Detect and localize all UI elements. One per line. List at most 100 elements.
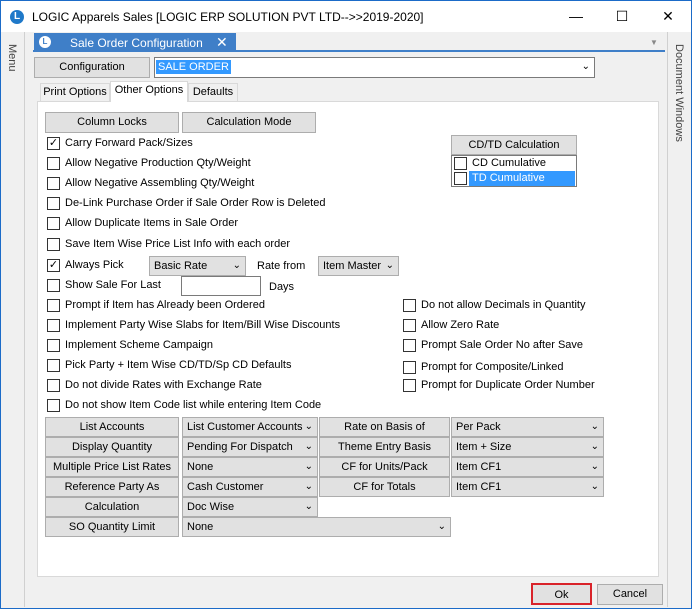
checkbox-box[interactable] <box>403 339 416 352</box>
close-button[interactable]: ✕ <box>645 1 691 32</box>
checkbox-box[interactable] <box>454 157 467 170</box>
app-window: L LOGIC Apparels Sales [LOGIC ERP SOLUTI… <box>0 0 692 609</box>
prompt-sale-order-no-checkbox[interactable]: Prompt Sale Order No after Save <box>403 338 603 353</box>
prompt-duplicate-order-number-checkbox[interactable]: Prompt for Duplicate Order Number <box>403 378 603 393</box>
rate-from-label: Rate from <box>257 260 306 272</box>
rate-from-select[interactable]: Item Master ⌄ <box>318 256 399 276</box>
checkbox-box[interactable] <box>403 379 416 392</box>
checkbox-box[interactable] <box>47 279 60 292</box>
checkbox-box[interactable] <box>47 299 60 312</box>
td-cumulative-checkbox[interactable]: TD Cumulative <box>454 171 575 186</box>
multiple-price-list-rates-select[interactable]: None ⌄ <box>182 457 318 477</box>
menu-strip[interactable]: Menu <box>1 32 25 607</box>
checkbox-box[interactable] <box>47 359 60 372</box>
select-value: Basic Rate <box>154 260 208 272</box>
tab-other-options[interactable]: Other Options <box>110 81 188 102</box>
cd-cumulative-label: CD Cumulative <box>472 157 546 169</box>
pick-party-item-defaults-checkbox[interactable]: Pick Party + Item Wise CD/TD/Sp CD Defau… <box>47 358 347 373</box>
theme-entry-basis-select[interactable]: Item + Size ⌄ <box>451 437 604 457</box>
so-quantity-limit-select[interactable]: None ⌄ <box>182 517 451 537</box>
rate-on-basis-of-select[interactable]: Per Pack ⌄ <box>451 417 604 437</box>
close-tab-icon[interactable]: ✕ <box>216 34 228 51</box>
carry-forward-checkbox[interactable]: ✓ Carry Forward Pack/Sizes <box>47 136 247 151</box>
checkbox-label: Do not show Item Code list while enterin… <box>65 399 322 411</box>
prompt-item-already-ordered-checkbox[interactable]: Prompt if Item has Already been Ordered <box>47 298 307 313</box>
select-value: Item CF1 <box>456 481 502 493</box>
menu-label[interactable]: Menu <box>6 44 18 72</box>
so-quantity-limit-label: SO Quantity Limit <box>45 517 179 537</box>
checkbox-box[interactable] <box>454 172 467 185</box>
checkbox-label: Prompt for Composite/Linked <box>421 361 564 373</box>
save-item-wise-price-list-checkbox[interactable]: Save Item Wise Price List Info with each… <box>47 237 347 252</box>
tab-list-dropdown-icon[interactable]: ▼ <box>650 38 658 47</box>
chevron-down-icon: ⌄ <box>304 461 313 472</box>
checkbox-box[interactable] <box>403 299 416 312</box>
always-pick-select[interactable]: Basic Rate ⌄ <box>149 256 246 276</box>
maximize-button[interactable]: ☐ <box>599 1 645 32</box>
checkbox-box[interactable] <box>47 339 60 352</box>
chevron-down-icon: ⌄ <box>304 421 313 432</box>
list-accounts-select[interactable]: List Customer Accounts ⌄ <box>182 417 318 437</box>
tab-print-options[interactable]: Print Options <box>40 83 110 102</box>
no-decimals-quantity-checkbox[interactable]: Do not allow Decimals in Quantity <box>403 298 603 313</box>
checkbox-label: Pick Party + Item Wise CD/TD/Sp CD Defau… <box>65 359 292 371</box>
allow-duplicate-items-checkbox[interactable]: Allow Duplicate Items in Sale Order <box>47 216 297 231</box>
tab-defaults[interactable]: Defaults <box>188 83 238 102</box>
checkbox-box[interactable] <box>47 157 60 170</box>
prompt-composite-linked-checkbox[interactable]: Prompt for Composite/Linked <box>403 360 603 375</box>
days-label: Days <box>269 281 295 293</box>
allow-negative-assembling-checkbox[interactable]: Allow Negative Assembling Qty/Weight <box>47 176 297 191</box>
show-sale-for-last-checkbox[interactable]: Show Sale For Last <box>47 278 177 293</box>
delink-purchase-order-checkbox[interactable]: De-Link Purchase Order if Sale Order Row… <box>47 196 347 211</box>
implement-scheme-campaign-checkbox[interactable]: Implement Scheme Campaign <box>47 338 297 353</box>
check-icon[interactable]: ✓ <box>47 259 60 272</box>
calculation-label: Calculation <box>45 497 179 517</box>
minimize-button[interactable]: — <box>553 1 599 32</box>
cf-for-units-pack-select[interactable]: Item CF1 ⌄ <box>451 457 604 477</box>
ok-button[interactable]: Ok <box>531 583 592 605</box>
select-value: Pending For Dispatch <box>187 441 293 453</box>
allow-zero-rate-checkbox[interactable]: Allow Zero Rate <box>403 318 603 333</box>
check-icon[interactable]: ✓ <box>47 137 60 150</box>
checkbox-box[interactable] <box>47 217 60 230</box>
checkbox-box[interactable] <box>47 197 60 210</box>
document-windows-strip[interactable]: Document Windows <box>667 32 691 607</box>
checkbox-box[interactable] <box>47 379 60 392</box>
checkbox-box[interactable] <box>47 177 60 190</box>
document-windows-label[interactable]: Document Windows <box>673 44 685 142</box>
checkbox-label: Allow Duplicate Items in Sale Order <box>65 217 239 229</box>
checkbox-box[interactable] <box>47 238 60 251</box>
checkbox-box[interactable] <box>403 319 416 332</box>
column-locks-button[interactable]: Column Locks <box>45 112 179 133</box>
checkbox-label: Implement Scheme Campaign <box>65 339 213 351</box>
chevron-down-icon: ⌄ <box>304 481 313 492</box>
always-pick-checkbox[interactable]: ✓ Always Pick <box>47 258 147 273</box>
reference-party-as-select[interactable]: Cash Customer ⌄ <box>182 477 318 497</box>
cf-for-totals-select[interactable]: Item CF1 ⌄ <box>451 477 604 497</box>
checkbox-label: Do not divide Rates with Exchange Rate <box>65 379 262 391</box>
do-not-divide-rates-checkbox[interactable]: Do not divide Rates with Exchange Rate <box>47 378 307 393</box>
allow-negative-production-checkbox[interactable]: Allow Negative Production Qty/Weight <box>47 156 297 171</box>
select-value: Item + Size <box>456 441 512 453</box>
checkbox-label: Always Pick <box>65 259 124 271</box>
configuration-button[interactable]: Configuration <box>34 57 150 78</box>
calculation-select[interactable]: Doc Wise ⌄ <box>182 497 318 517</box>
select-value: None <box>187 461 214 473</box>
checkbox-box[interactable] <box>47 319 60 332</box>
show-sale-days-input[interactable] <box>181 276 261 296</box>
calculation-mode-button[interactable]: Calculation Mode <box>182 112 316 133</box>
select-value: Cash Customer <box>187 481 264 493</box>
checkbox-box[interactable] <box>403 361 416 374</box>
chevron-down-icon: ⌄ <box>590 481 599 492</box>
chevron-down-icon: ⌄ <box>385 260 394 271</box>
do-not-show-item-code-list-checkbox[interactable]: Do not show Item Code list while enterin… <box>47 398 347 413</box>
display-quantity-select[interactable]: Pending For Dispatch ⌄ <box>182 437 318 457</box>
configuration-select[interactable]: SALE ORDER ⌄ <box>154 57 595 78</box>
cancel-button[interactable]: Cancel <box>597 584 663 605</box>
party-wise-slabs-checkbox[interactable]: Implement Party Wise Slabs for Item/Bill… <box>47 318 357 333</box>
checkbox-label: Allow Negative Assembling Qty/Weight <box>65 177 255 189</box>
title-bar: L LOGIC Apparels Sales [LOGIC ERP SOLUTI… <box>1 1 691 32</box>
checkbox-box[interactable] <box>47 399 60 412</box>
tab-sale-order-configuration[interactable]: L Sale Order Configuration ✕ <box>34 33 236 52</box>
cd-cumulative-checkbox[interactable]: CD Cumulative <box>454 156 574 171</box>
